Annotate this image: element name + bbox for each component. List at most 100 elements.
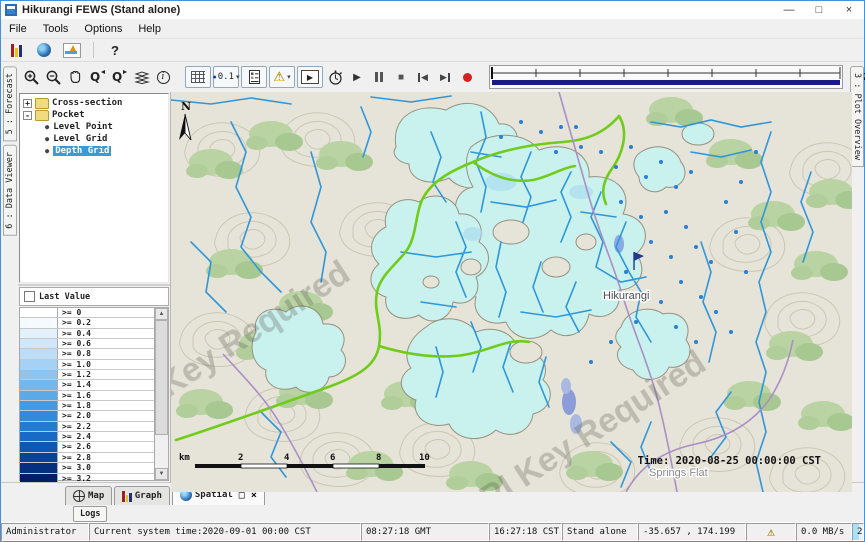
legend-row-label: >= 0.6 [58, 339, 154, 348]
legend-icon [249, 70, 260, 84]
legend-row[interactable]: >= 2.6 [20, 442, 154, 452]
legend-row[interactable]: >= 2.8 [20, 453, 154, 463]
tree-item-level-point[interactable]: ●Level Point [23, 121, 168, 133]
legend-row[interactable]: >= 0.4 [20, 329, 154, 339]
legend-row[interactable]: >= 3.0 [20, 463, 154, 473]
pause-button[interactable] [369, 67, 389, 87]
chevron-down-icon: ▾ [236, 73, 240, 81]
map-toolbar: Q Q i ● 0.1 ▾ [18, 62, 850, 92]
layers-icon [133, 70, 150, 85]
legend-color-swatch [20, 380, 58, 389]
logs-tab[interactable]: Logs [73, 506, 107, 522]
grid-icon [191, 71, 205, 83]
grid-display-button[interactable] [185, 66, 211, 88]
legend-row[interactable]: >= 0.8 [20, 349, 154, 359]
tab-data-viewer[interactable]: 6 : Data Viewer [3, 145, 17, 236]
database-viewer-button[interactable] [5, 41, 27, 59]
legend-color-swatch [20, 339, 58, 348]
classification-interval-dropdown[interactable]: ● 0.1 ▾ [213, 66, 239, 88]
map-viewport[interactable]: API Key Required API Key Required Hikura… [171, 92, 850, 482]
chevron-down-icon: ▾ [287, 73, 291, 81]
pan-button[interactable] [65, 67, 85, 87]
skip-to-start-button[interactable]: ◀ [413, 67, 433, 87]
last-value-label: Last Value [39, 292, 90, 302]
status-network-speed: 0.0 MB/s [796, 523, 852, 541]
tab-graph-label: Graph [135, 491, 162, 501]
tab-graph[interactable]: Graph [114, 486, 170, 505]
play-button[interactable]: ▶ [347, 67, 367, 87]
record-button[interactable] [457, 67, 477, 87]
zoom-out-button[interactable] [43, 67, 63, 87]
maximize-button[interactable]: □ [804, 1, 834, 19]
window-title: Hikurangi FEWS (Stand alone) [22, 4, 180, 16]
warning-threshold-dropdown[interactable]: ⚠ ▾ [269, 66, 295, 88]
legend-scrollbar[interactable]: ▲ ▼ [154, 308, 168, 480]
legend-row[interactable]: >= 1.0 [20, 360, 154, 370]
info-button[interactable]: i [153, 67, 173, 87]
status-memory[interactable]: 2.5 GB [852, 523, 864, 541]
zoom-out-icon [45, 69, 62, 86]
legend-color-swatch [20, 453, 58, 462]
scrollbar-thumb[interactable] [155, 320, 168, 435]
place-label-springs-flat: Springs Flat [649, 467, 708, 479]
expand-icon[interactable]: + [23, 99, 32, 108]
legend-row[interactable]: >= 0.6 [20, 339, 154, 349]
legend-color-swatch [20, 370, 58, 379]
scroll-up-icon[interactable]: ▲ [155, 308, 168, 320]
legend-row[interactable]: >= 0 [20, 308, 154, 318]
menu-help[interactable]: Help [130, 21, 169, 37]
app-logo-icon [5, 4, 17, 16]
time-ruler [490, 66, 842, 80]
legend-row[interactable]: >= 2.2 [20, 422, 154, 432]
legend-row[interactable]: >= 1.2 [20, 370, 154, 380]
legend-color-swatch [20, 391, 58, 400]
zoom-next-button[interactable]: Q [109, 67, 129, 87]
time-slider[interactable] [489, 65, 843, 89]
tree-item-cross-section[interactable]: +Cross-section [23, 97, 168, 109]
spatial-display-button[interactable] [61, 41, 83, 59]
help-button[interactable]: ? [104, 41, 126, 59]
minimize-button[interactable]: — [774, 1, 804, 19]
collapse-icon[interactable]: - [23, 111, 32, 120]
tab-plot-overview[interactable]: 3 : Plot Overview [850, 66, 864, 167]
layer-tree: +Cross-section-Pocket●Level Point●Level … [19, 93, 169, 283]
tree-item-pocket[interactable]: -Pocket [23, 109, 168, 121]
status-warning[interactable]: ⚠ [746, 523, 796, 541]
last-value-checkbox[interactable] [24, 291, 35, 302]
menu-options[interactable]: Options [76, 21, 130, 37]
tree-item-level-grid[interactable]: ●Level Grid [23, 133, 168, 145]
timer-button[interactable] [325, 67, 345, 87]
legend-row-label: >= 2.4 [58, 432, 154, 441]
legend-row[interactable]: >= 0.2 [20, 318, 154, 328]
zoom-previous-button[interactable]: Q [87, 67, 107, 87]
tab-map[interactable]: Map [65, 486, 112, 505]
menu-file[interactable]: File [1, 21, 35, 37]
menu-tools[interactable]: Tools [35, 21, 77, 37]
stop-icon: ■ [398, 72, 404, 83]
animation-button[interactable]: ▶ [297, 66, 323, 88]
legend-row[interactable]: >= 2.0 [20, 411, 154, 421]
layers-button[interactable] [131, 67, 151, 87]
legend-header: Last Value [19, 287, 169, 306]
tree-item-depth-grid[interactable]: ●Depth Grid [23, 145, 168, 157]
legend-row[interactable]: >= 1.8 [20, 401, 154, 411]
stop-button[interactable]: ■ [391, 67, 411, 87]
legend-row[interactable]: >= 1.4 [20, 380, 154, 390]
svg-text:Q: Q [90, 70, 100, 84]
legend-toggle-button[interactable] [241, 66, 267, 88]
scrollbar-track[interactable] [155, 320, 168, 468]
legend-row[interactable]: >= 1.6 [20, 391, 154, 401]
folder-icon [35, 110, 49, 121]
zoom-in-button[interactable] [21, 67, 41, 87]
tab-forecast[interactable]: 5 : Forecast [3, 66, 17, 141]
svg-text:Q: Q [112, 70, 122, 84]
map-display-button[interactable] [33, 41, 55, 59]
legend-row-label: >= 1.2 [58, 370, 154, 379]
bullet-icon: ● [45, 135, 49, 143]
left-tab-strip: 5 : Forecast 6 : Data Viewer [1, 62, 18, 482]
record-icon [463, 73, 472, 82]
scroll-down-icon[interactable]: ▼ [155, 468, 168, 480]
skip-to-end-button[interactable]: ▶ [435, 67, 455, 87]
close-button[interactable]: × [834, 1, 864, 19]
legend-row[interactable]: >= 2.4 [20, 432, 154, 442]
